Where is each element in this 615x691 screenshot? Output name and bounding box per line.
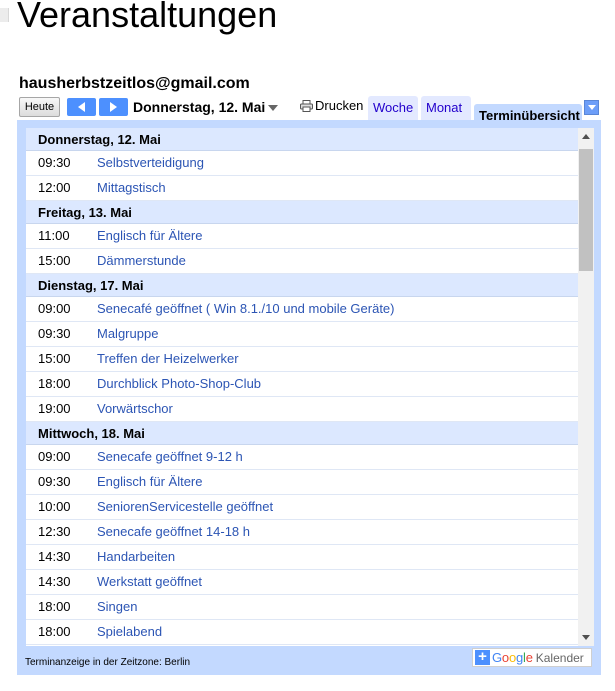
google-calendar-badge[interactable]: + Google Kalender [472,648,592,667]
event-time: 18:00 [38,599,71,614]
tab-week[interactable]: Woche [368,96,418,120]
event-title-link[interactable]: Malgruppe [97,322,158,346]
print-label: Drucken [315,98,364,113]
event-time: 11:00 [38,228,70,243]
event-title-link[interactable]: Spielabend [97,620,162,644]
event-title-link[interactable]: Singen [97,595,137,619]
event-row: 15:00 Treffen der Heizelwerker [26,347,578,372]
event-row: 09:00 Senecafe geöffnet 9-12 h [26,445,578,470]
event-row: 12:00 Mittagstisch [26,176,578,201]
page-title: Veranstaltungen [17,0,278,35]
plus-icon: + [475,649,490,665]
event-row: 14:30 Werkstatt geöffnet [26,570,578,595]
tab-month[interactable]: Monat [421,96,471,120]
day-header: Donnerstag, 12. Mai [26,128,578,151]
event-row: 12:30 Senecafe geöffnet 14-18 h [26,520,578,545]
event-time: 18:00 [38,624,71,639]
event-title-link[interactable]: Englisch für Ältere [97,470,203,494]
timezone-note: Terminanzeige in der Zeitzone: Berlin [25,657,191,668]
event-row: 09:00 Senecafé geöffnet ( Win 8.1./10 un… [26,297,578,322]
agenda-scrollbar[interactable] [578,128,594,646]
date-picker-dropdown-icon[interactable] [268,105,278,111]
event-title-link[interactable]: Englisch für Ältere [97,224,203,248]
event-time: 14:30 [38,549,71,564]
calendar-account: hausherbstzeitlos@gmail.com [19,75,250,92]
agenda-list[interactable]: Donnerstag, 12. Mai 09:30 Selbstverteidi… [26,128,578,646]
event-time: 19:00 [38,401,71,416]
event-time: 09:00 [38,449,71,464]
scroll-up-button[interactable] [578,128,594,145]
event-title-link[interactable]: Durchblick Photo-Shop-Club [97,372,261,396]
event-title-link[interactable]: Handarbeiten [97,545,175,569]
arrow-up-icon [582,134,590,139]
event-row: 09:30 Selbstverteidigung [26,151,578,176]
event-title-link[interactable]: Senecafe geöffnet 9-12 h [97,445,243,469]
event-time: 15:00 [38,253,71,268]
chevron-right-icon [110,102,117,112]
calendar-frame: Donnerstag, 12. Mai 09:30 Selbstverteidi… [17,120,601,675]
event-title-link[interactable]: Senecafé geöffnet ( Win 8.1./10 und mobi… [97,297,395,321]
event-row: 18:00 Spielabend [26,620,578,645]
event-row: 10:00 SeniorenServicestelle geöffnet [26,495,578,520]
event-title-link[interactable]: SeniorenServicestelle geöffnet [97,495,273,519]
event-title-link[interactable]: Vorwärtschor [97,397,173,421]
scroll-down-button[interactable] [578,629,594,646]
event-row: 18:00 Durchblick Photo-Shop-Club [26,372,578,397]
event-time: 09:30 [38,474,71,489]
day-header: Mittwoch, 18. Mai [26,422,578,445]
event-time: 09:00 [38,301,71,316]
arrow-down-icon [582,635,590,640]
event-time: 10:00 [38,499,71,514]
event-row: 09:30 Malgruppe [26,322,578,347]
event-time: 12:00 [38,180,71,195]
calendar-toolbar: Heute Donnerstag, 12. Mai Drucken Woche … [19,96,601,622]
badge-product-label: Kalender [535,650,584,665]
event-row: 19:00 Vorwärtschor [26,397,578,422]
event-time: 15:00 [38,351,71,366]
event-row: 14:30 Handarbeiten [26,545,578,570]
event-title-link[interactable]: Senecafe geöffnet 14-18 h [97,520,250,544]
event-row: 09:30 Englisch für Ältere [26,470,578,495]
day-header: Freitag, 13. Mai [26,201,578,224]
next-button[interactable] [99,98,128,116]
printer-icon [300,99,313,112]
event-title-link[interactable]: Treffen der Heizelwerker [97,347,239,371]
google-logo: Google [492,650,533,665]
event-time: 18:00 [38,376,71,391]
today-button[interactable]: Heute [19,97,60,117]
previous-button[interactable] [67,98,96,116]
event-time: 09:30 [38,155,71,170]
event-title-link[interactable]: Werkstatt geöffnet [97,570,202,594]
print-button[interactable]: Drucken [300,98,363,113]
event-row: 15:00 Dämmerstunde [26,249,578,274]
event-title-link[interactable]: Selbstverteidigung [97,151,204,175]
calendar-menu-button[interactable] [584,100,599,115]
event-time: 14:30 [38,574,71,589]
event-title-link[interactable]: Mittagstisch [97,176,166,200]
event-row: 11:00 Englisch für Ältere [26,224,578,249]
event-row: 18:00 Singen [26,595,578,620]
event-title-link[interactable]: Dämmerstunde [97,249,186,273]
chevron-down-icon [587,105,596,110]
current-date-label: Donnerstag, 12. Mai [133,99,266,115]
event-time: 12:30 [38,524,71,539]
event-time: 09:30 [38,326,71,341]
corner-mark [0,8,9,22]
scrollbar-thumb[interactable] [579,149,593,271]
day-header: Dienstag, 17. Mai [26,274,578,297]
chevron-left-icon [78,102,85,112]
